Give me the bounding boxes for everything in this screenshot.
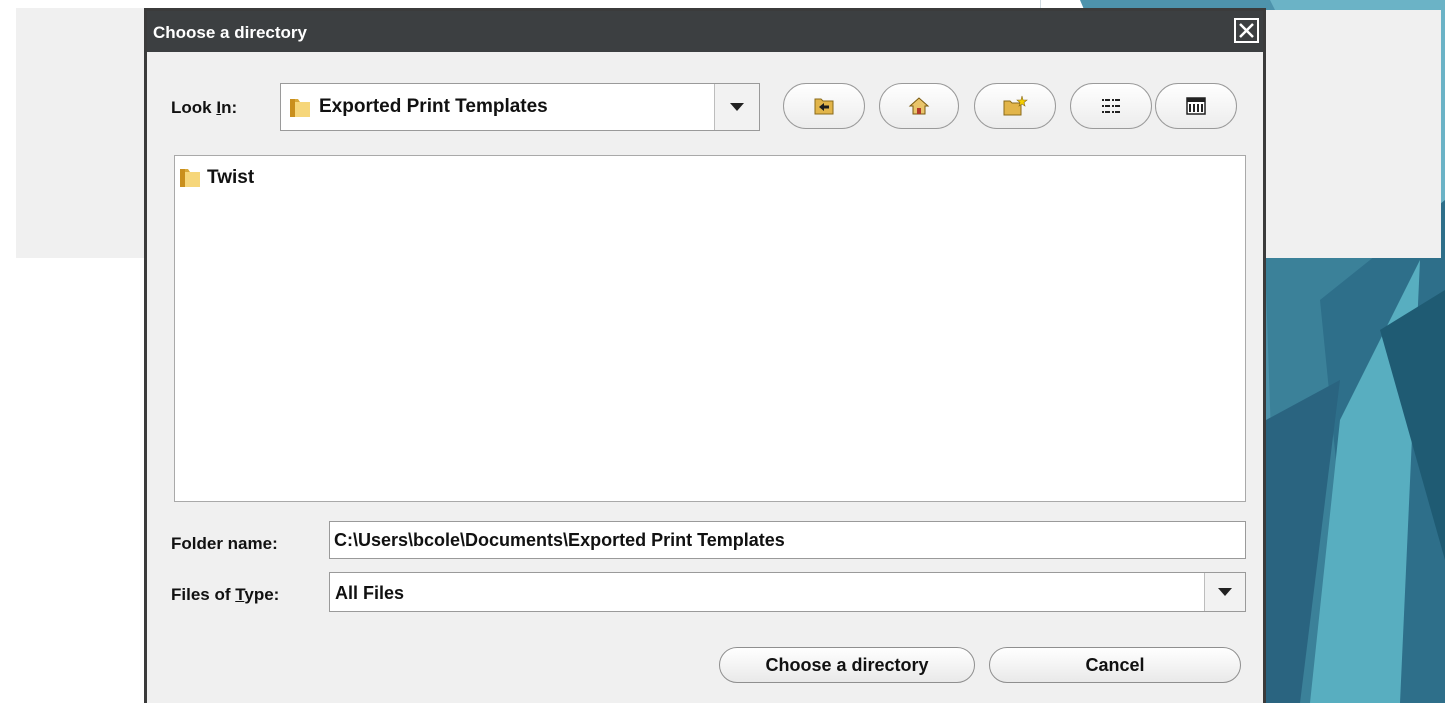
cancel-button[interactable]: Cancel (989, 647, 1241, 683)
up-one-level-icon (814, 98, 834, 115)
files-of-type-combo[interactable]: All Files (329, 572, 1246, 612)
look-in-label-suffix: n: (221, 98, 238, 117)
look-in-value: Exported Print Templates (319, 96, 548, 117)
new-folder-button[interactable] (974, 83, 1056, 129)
files-of-type-value: All Files (335, 583, 405, 603)
list-item[interactable]: Twist (177, 165, 254, 191)
file-list[interactable]: Twist (174, 155, 1246, 502)
look-in-combo[interactable]: Exported Print Templates (280, 83, 760, 131)
chevron-down-icon (730, 103, 744, 111)
files-of-type-label-suffix: ype: (244, 585, 280, 604)
folder-icon (290, 99, 310, 117)
folder-name-label: Folder name: (171, 534, 278, 553)
list-view-button[interactable] (1070, 83, 1152, 129)
files-of-type-label-mnemonic: T (235, 585, 245, 604)
look-in-dropdown-button[interactable] (714, 84, 759, 130)
choose-directory-dialog: Choose a directory Look In: Exported Pri… (144, 8, 1266, 703)
dialog-title: Choose a directory (153, 23, 307, 42)
close-icon (1239, 23, 1254, 38)
close-button[interactable] (1234, 18, 1259, 43)
new-folder-icon (1003, 95, 1028, 116)
details-view-icon (1186, 97, 1206, 115)
up-one-level-button[interactable] (783, 83, 865, 129)
home-button[interactable] (879, 83, 959, 129)
background-panel (1262, 10, 1441, 258)
files-of-type-label-prefix: Files of (171, 585, 236, 604)
files-of-type-dropdown-button[interactable] (1204, 573, 1245, 611)
choose-directory-button[interactable]: Choose a directory (719, 647, 975, 683)
files-of-type-label: Files of Type: (171, 585, 279, 605)
list-item-label: Twist (207, 167, 255, 188)
title-bar[interactable]: Choose a directory (147, 11, 1263, 52)
folder-name-field[interactable] (329, 521, 1246, 559)
look-in-label: Look In: (171, 98, 237, 118)
folder-icon (180, 169, 200, 187)
chevron-down-icon (1218, 588, 1232, 596)
details-view-button[interactable] (1155, 83, 1237, 129)
look-in-label-prefix: Look (171, 98, 217, 117)
home-icon (908, 97, 930, 115)
list-view-icon (1102, 99, 1120, 113)
